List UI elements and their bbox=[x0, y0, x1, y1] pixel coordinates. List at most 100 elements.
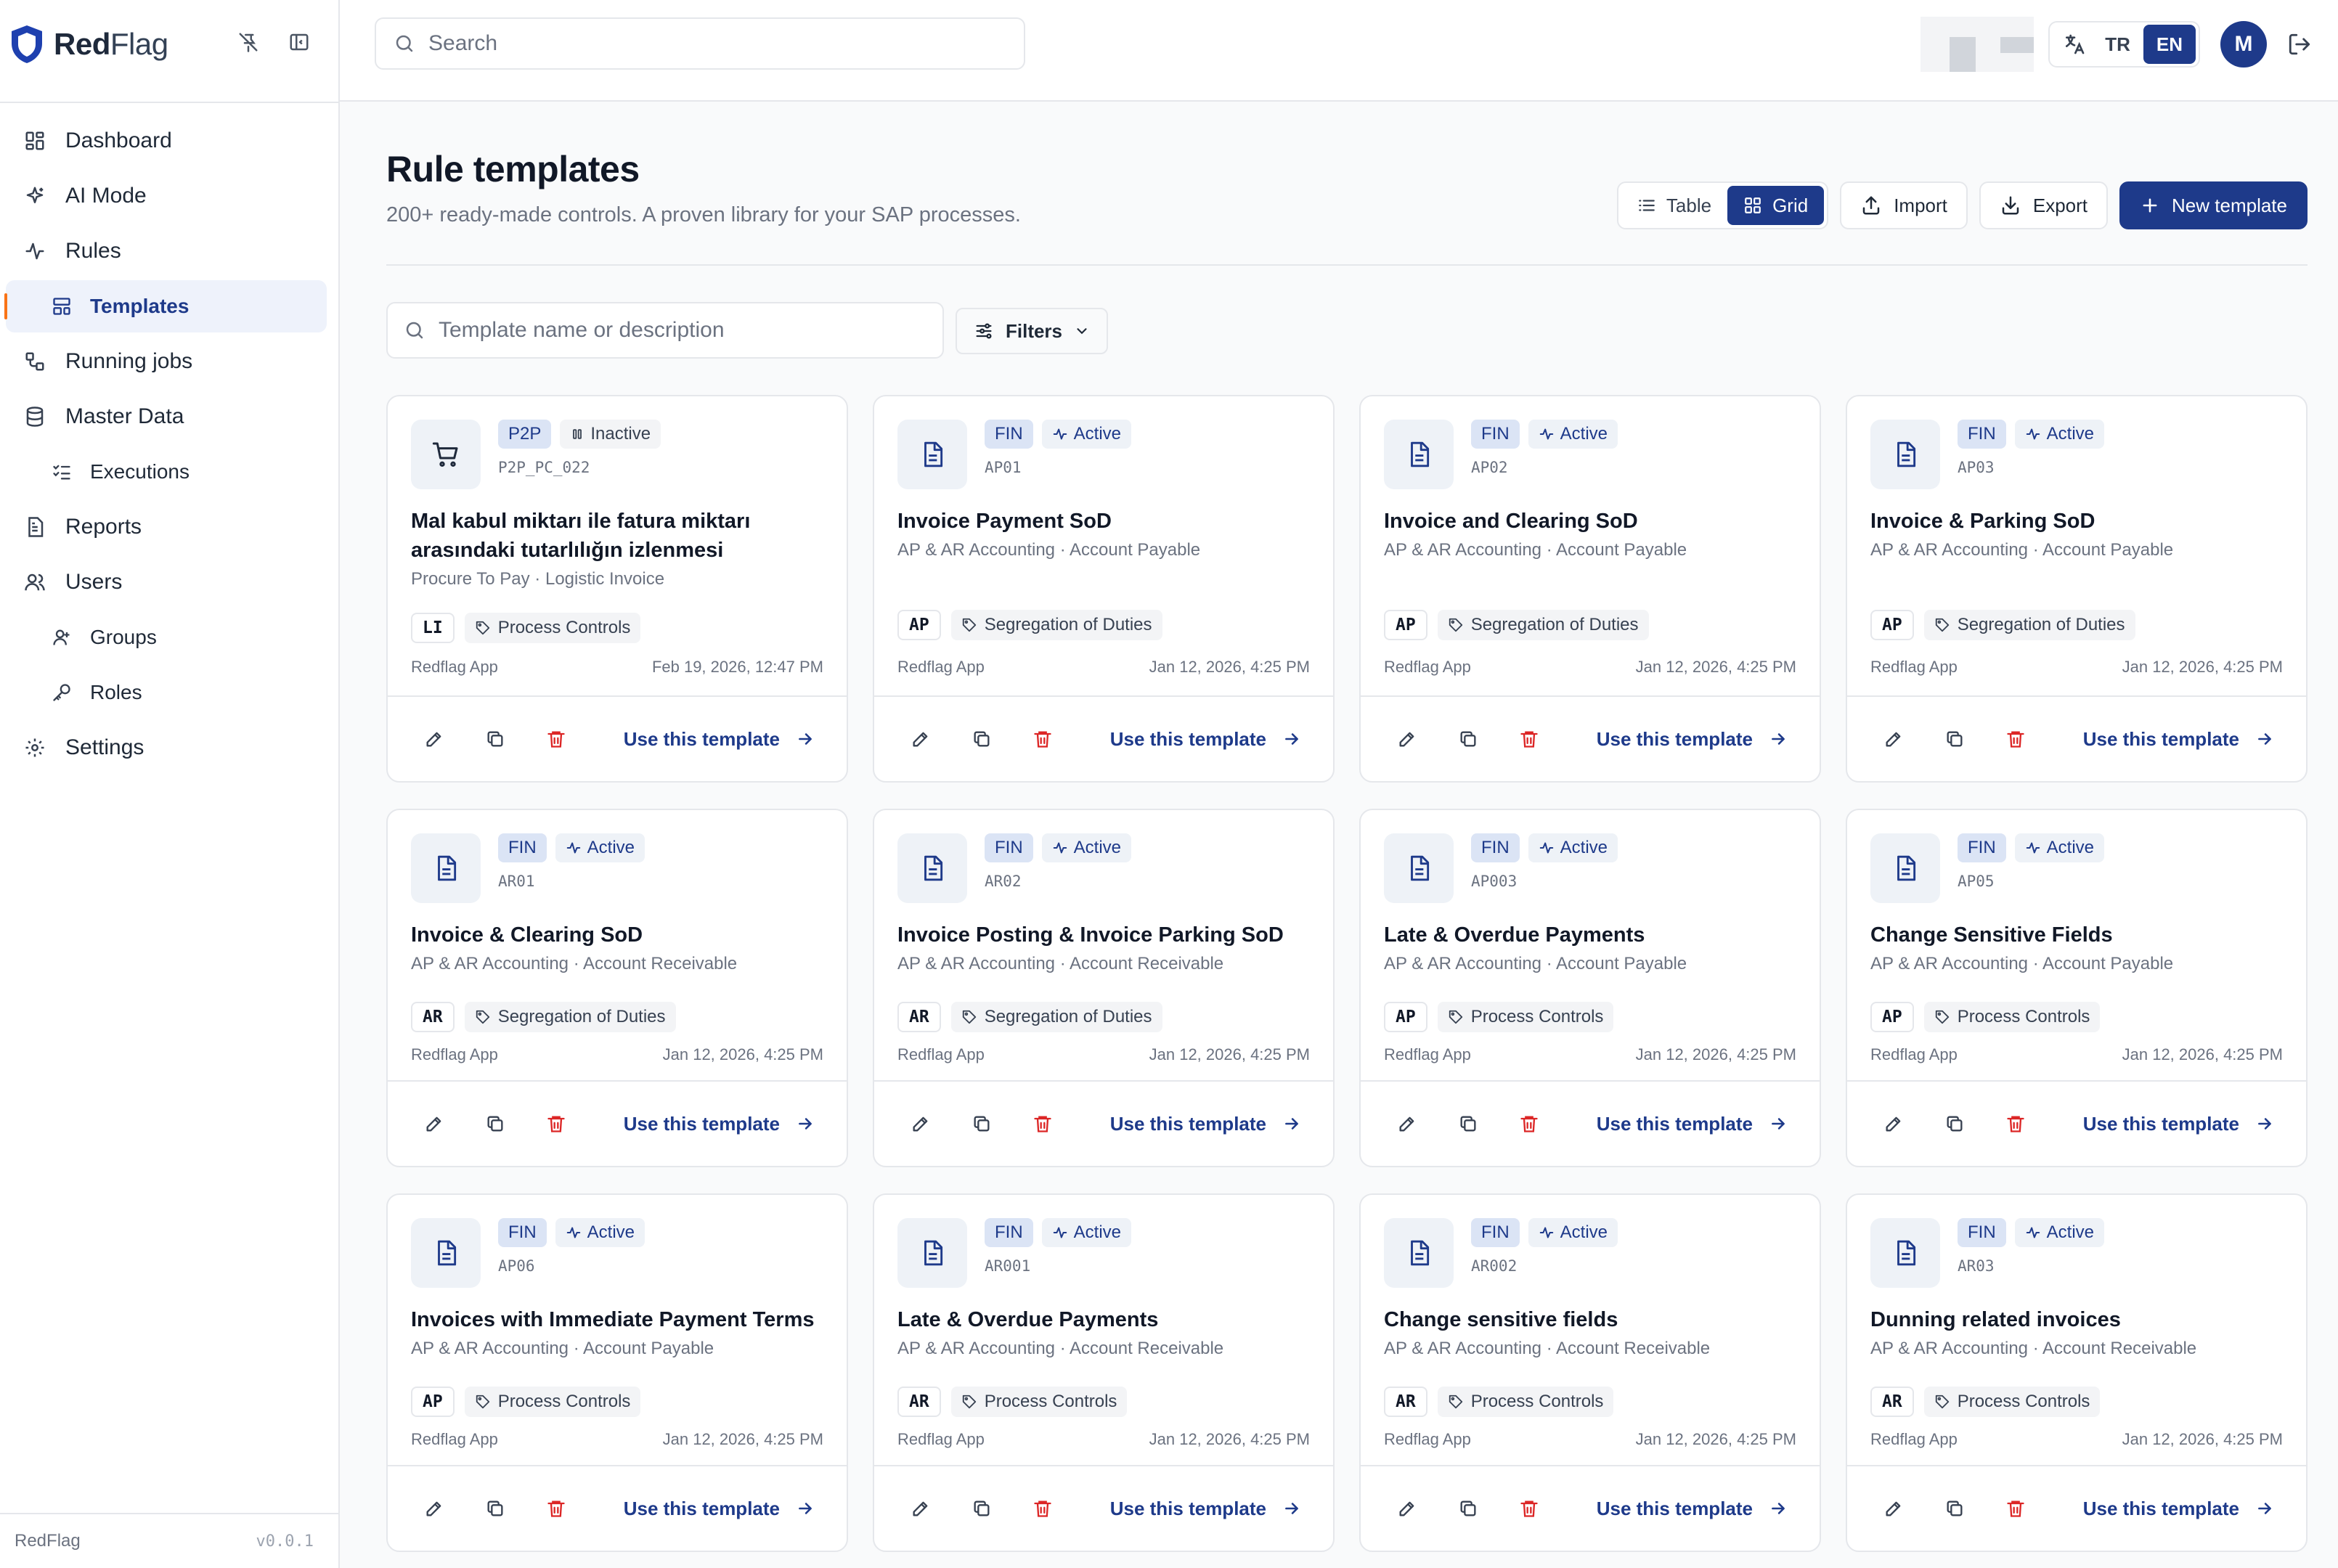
sidebar-item-ai-mode[interactable]: AI Mode bbox=[6, 170, 327, 222]
table-view-button[interactable]: Table bbox=[1621, 186, 1727, 225]
edit-icon[interactable] bbox=[420, 1494, 449, 1523]
brand-logo[interactable]: RedFlag bbox=[9, 20, 168, 68]
sidebar-item-templates[interactable]: Templates bbox=[4, 280, 327, 332]
template-card-ap003[interactable]: FIN Active AP003 Late & Overdue Payments… bbox=[1359, 809, 1821, 1167]
panel-left-icon[interactable] bbox=[285, 28, 314, 57]
template-card-ap02[interactable]: FIN Active AP02 Invoice and Clearing SoD… bbox=[1359, 395, 1821, 783]
status-badge: Active bbox=[1528, 1218, 1618, 1247]
sidebar-item-users[interactable]: Users bbox=[6, 556, 327, 608]
duplicate-icon[interactable] bbox=[967, 1494, 996, 1523]
trash-icon[interactable] bbox=[2001, 1109, 2030, 1138]
import-button[interactable]: Import bbox=[1840, 181, 1968, 229]
use-template-button[interactable]: Use this template bbox=[1110, 1113, 1301, 1135]
logout-icon[interactable] bbox=[2287, 32, 2312, 57]
export-button[interactable]: Export bbox=[1979, 181, 2109, 229]
sidebar-item-settings[interactable]: Settings bbox=[6, 722, 327, 774]
edit-icon[interactable] bbox=[1879, 1494, 1908, 1523]
use-template-button[interactable]: Use this template bbox=[624, 1498, 815, 1520]
trash-icon[interactable] bbox=[1515, 1494, 1544, 1523]
trash-icon[interactable] bbox=[2001, 1494, 2030, 1523]
use-template-button[interactable]: Use this template bbox=[1597, 728, 1788, 751]
use-template-button[interactable]: Use this template bbox=[2083, 728, 2274, 751]
trash-icon[interactable] bbox=[1515, 1109, 1544, 1138]
trash-icon[interactable] bbox=[1515, 724, 1544, 754]
sidebar-item-label: Groups bbox=[90, 626, 157, 648]
status-label: Active bbox=[587, 838, 635, 857]
avatar[interactable]: M bbox=[2220, 21, 2267, 68]
template-card-ar02[interactable]: FIN Active AR02 Invoice Posting & Invoic… bbox=[873, 809, 1335, 1167]
new-template-button[interactable]: New template bbox=[2119, 181, 2308, 229]
use-template-button[interactable]: Use this template bbox=[624, 1113, 815, 1135]
template-card-ar01[interactable]: FIN Active AR01 Invoice & Clearing SoD A… bbox=[386, 809, 848, 1167]
language-switcher: TR EN bbox=[2048, 21, 2200, 68]
edit-icon[interactable] bbox=[1879, 724, 1908, 754]
sidebar-item-groups[interactable]: Groups bbox=[6, 611, 327, 663]
template-card-p2p_pc_022[interactable]: P2P Inactive P2P_PC_022 Mal kabul miktar… bbox=[386, 395, 848, 783]
filters-label: Filters bbox=[1005, 319, 1063, 342]
trash-icon[interactable] bbox=[542, 724, 571, 754]
trash-icon[interactable] bbox=[542, 1109, 571, 1138]
grid-view-button[interactable]: Grid bbox=[1727, 186, 1825, 225]
template-card-ar001[interactable]: FIN Active AR001 Late & Overdue Payments… bbox=[873, 1193, 1335, 1552]
edit-icon[interactable] bbox=[1393, 724, 1422, 754]
template-card-ap06[interactable]: FIN Active AP06 Invoices with Immediate … bbox=[386, 1193, 848, 1552]
document-icon bbox=[1384, 1218, 1454, 1288]
edit-icon[interactable] bbox=[1879, 1109, 1908, 1138]
use-template-button[interactable]: Use this template bbox=[2083, 1113, 2274, 1135]
trash-icon[interactable] bbox=[1028, 1494, 1057, 1523]
duplicate-icon[interactable] bbox=[1454, 1494, 1483, 1523]
use-template-button[interactable]: Use this template bbox=[1597, 1498, 1788, 1520]
template-author: Redflag App bbox=[411, 1430, 498, 1448]
template-card-ar03[interactable]: FIN Active AR03 Dunning related invoices… bbox=[1846, 1193, 2308, 1552]
edit-icon[interactable] bbox=[420, 724, 449, 754]
filters-button[interactable]: Filters bbox=[956, 308, 1108, 354]
search-icon bbox=[404, 319, 425, 341]
trash-icon[interactable] bbox=[1028, 1109, 1057, 1138]
lang-tr-button[interactable]: TR bbox=[2092, 25, 2143, 64]
use-template-button[interactable]: Use this template bbox=[1110, 1498, 1301, 1520]
duplicate-icon[interactable] bbox=[1940, 1494, 1969, 1523]
template-card-ar002[interactable]: FIN Active AR002 Change sensitive fields… bbox=[1359, 1193, 1821, 1552]
use-template-button[interactable]: Use this template bbox=[1110, 728, 1301, 751]
edit-icon[interactable] bbox=[1393, 1109, 1422, 1138]
edit-icon[interactable] bbox=[1393, 1494, 1422, 1523]
duplicate-icon[interactable] bbox=[481, 1109, 510, 1138]
category-label: Segregation of Duties bbox=[1470, 615, 1639, 634]
use-template-button[interactable]: Use this template bbox=[624, 728, 815, 751]
trash-icon[interactable] bbox=[2001, 724, 2030, 754]
duplicate-icon[interactable] bbox=[1940, 1109, 1969, 1138]
edit-icon[interactable] bbox=[420, 1109, 449, 1138]
global-search-input[interactable]: Search bbox=[375, 17, 1025, 70]
template-card-ap01[interactable]: FIN Active AP01 Invoice Payment SoD AP &… bbox=[873, 395, 1335, 783]
use-template-button[interactable]: Use this template bbox=[2083, 1498, 2274, 1520]
trash-icon[interactable] bbox=[1028, 724, 1057, 754]
pin-off-icon[interactable] bbox=[234, 28, 263, 57]
sidebar-item-executions[interactable]: Executions bbox=[6, 446, 327, 498]
category-tag: Segregation of Duties bbox=[950, 1002, 1162, 1032]
duplicate-icon[interactable] bbox=[1454, 1109, 1483, 1138]
use-template-button[interactable]: Use this template bbox=[1597, 1113, 1788, 1135]
sidebar-item-rules[interactable]: Rules bbox=[6, 225, 327, 277]
edit-icon[interactable] bbox=[906, 1109, 935, 1138]
template-search-input[interactable]: Template name or description bbox=[386, 302, 944, 359]
edit-icon[interactable] bbox=[906, 724, 935, 754]
use-template-label: Use this template bbox=[2082, 1112, 2239, 1135]
duplicate-icon[interactable] bbox=[967, 1109, 996, 1138]
lang-en-button[interactable]: EN bbox=[2143, 25, 2196, 64]
duplicate-icon[interactable] bbox=[1454, 724, 1483, 754]
trash-icon[interactable] bbox=[542, 1494, 571, 1523]
sidebar-item-roles[interactable]: Roles bbox=[6, 666, 327, 719]
template-tags: AP Segregation of Duties bbox=[897, 610, 1162, 640]
duplicate-icon[interactable] bbox=[967, 724, 996, 754]
sidebar-item-master-data[interactable]: Master Data bbox=[6, 391, 327, 443]
duplicate-icon[interactable] bbox=[481, 1494, 510, 1523]
sidebar-item-running-jobs[interactable]: Running jobs bbox=[6, 335, 327, 388]
duplicate-icon[interactable] bbox=[1940, 724, 1969, 754]
template-card-ap05[interactable]: FIN Active AP05 Change Sensitive Fields … bbox=[1846, 809, 2308, 1167]
template-card-ap03[interactable]: FIN Active AP03 Invoice & Parking SoD AP… bbox=[1846, 395, 2308, 783]
arrow-right-icon bbox=[1769, 1114, 1788, 1133]
sidebar-item-reports[interactable]: Reports bbox=[6, 501, 327, 553]
duplicate-icon[interactable] bbox=[481, 724, 510, 754]
edit-icon[interactable] bbox=[906, 1494, 935, 1523]
sidebar-item-dashboard[interactable]: Dashboard bbox=[6, 115, 327, 167]
